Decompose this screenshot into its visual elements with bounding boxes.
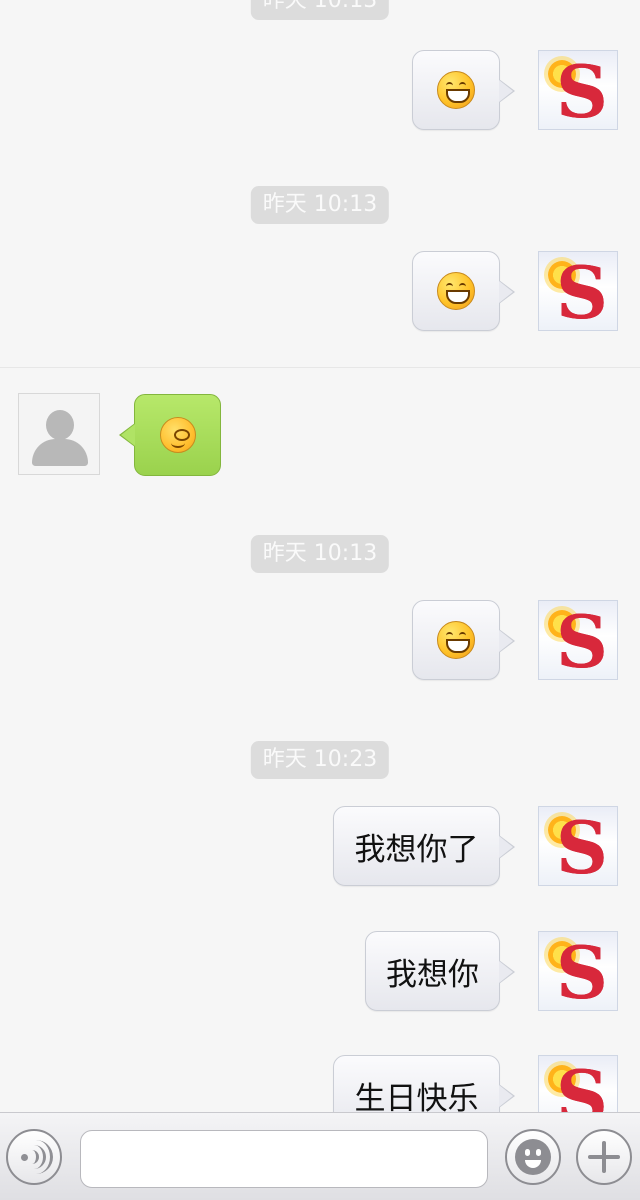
person-body-icon	[32, 439, 88, 466]
self-avatar[interactable]: S	[538, 1055, 618, 1112]
voice-icon	[19, 1140, 53, 1174]
self-avatar[interactable]: S	[538, 930, 618, 1015]
message-text-input[interactable]	[80, 1130, 488, 1188]
grinning-emoji-icon	[437, 71, 475, 109]
text-message-bubble[interactable]: 我想你	[365, 931, 515, 1011]
incoming-emoji-message-bubble[interactable]	[119, 394, 221, 476]
section-divider	[0, 367, 640, 368]
avatar-letter: S	[556, 49, 608, 134]
plus-icon	[588, 1141, 620, 1173]
emoji-message-bubble[interactable]	[412, 251, 515, 331]
message-text: 我想你了	[354, 831, 479, 868]
avatar-letter: S	[556, 1054, 608, 1113]
message-text: 生日快乐	[354, 1080, 479, 1113]
avatar-letter: S	[556, 805, 608, 890]
chat-message-list[interactable]: 昨天 10:13 S 昨天 10:13 S 昨天 10:13 S 昨天 10:2…	[0, 0, 640, 1112]
self-avatar[interactable]: S	[538, 49, 618, 134]
timestamp: 昨天 10:23	[250, 741, 390, 779]
voice-input-button[interactable]	[6, 1129, 62, 1185]
avatar-letter: S	[556, 599, 608, 684]
timestamp: 昨天 10:13	[250, 535, 390, 573]
text-message-bubble[interactable]: 生日快乐	[333, 1055, 515, 1113]
message-input-bar	[0, 1112, 640, 1200]
text-message-bubble[interactable]: 我想你了	[333, 806, 515, 886]
avatar-letter: S	[556, 930, 608, 1015]
emoji-message-bubble[interactable]	[412, 50, 515, 130]
timestamp: 昨天 10:13	[250, 186, 390, 224]
self-avatar[interactable]: S	[538, 805, 618, 890]
confused-emoji-icon	[159, 417, 196, 453]
self-avatar[interactable]: S	[538, 250, 618, 335]
avatar-letter: S	[556, 250, 608, 335]
timestamp: 昨天 10:13	[250, 0, 390, 20]
emoji-button[interactable]	[505, 1129, 561, 1185]
message-text: 我想你	[386, 956, 479, 993]
emoji-message-bubble[interactable]	[412, 600, 515, 680]
grinning-emoji-icon	[437, 621, 475, 659]
contact-avatar[interactable]	[18, 393, 100, 475]
emoji-icon	[515, 1139, 551, 1175]
grinning-emoji-icon	[437, 272, 475, 310]
person-head-icon	[46, 410, 74, 440]
self-avatar[interactable]: S	[538, 599, 618, 684]
more-options-button[interactable]	[576, 1129, 632, 1185]
